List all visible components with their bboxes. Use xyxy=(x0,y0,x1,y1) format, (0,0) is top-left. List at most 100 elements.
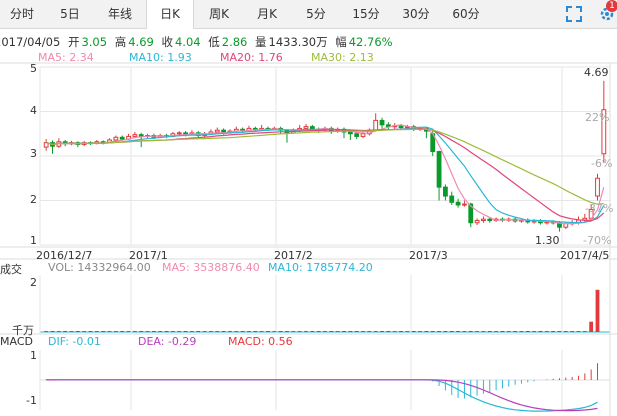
volume-bar xyxy=(196,331,201,332)
candle-body xyxy=(119,136,125,140)
kline-chart[interactable] xyxy=(0,0,617,416)
volume-bar xyxy=(411,331,416,332)
macd-dea: DEA: -0.29 xyxy=(138,335,197,348)
volume-bar xyxy=(544,331,549,332)
volume-bar xyxy=(139,331,144,332)
candle-body xyxy=(487,218,493,222)
high-marker: 4.69 xyxy=(584,66,609,79)
volume-bar xyxy=(171,331,175,332)
vol-value: VOL: 14332964.00 xyxy=(48,261,151,274)
volume-bar xyxy=(228,331,232,332)
volume-bar xyxy=(63,331,68,332)
volume-bar xyxy=(513,331,518,332)
volume-bar xyxy=(253,331,258,332)
volume-bar xyxy=(563,331,568,332)
ma5-line xyxy=(46,124,605,225)
volume-bar xyxy=(437,331,441,332)
volume-bar xyxy=(576,331,581,332)
volume-bar xyxy=(335,331,340,332)
macd-value: MACD: 0.56 xyxy=(228,335,293,348)
x-tick-4: 2017/3 xyxy=(409,249,448,262)
volume-bar xyxy=(75,331,80,332)
volume-bar xyxy=(551,331,556,332)
vol-ma10: MA10: 1785774.20 xyxy=(268,261,373,274)
volume-bar xyxy=(158,331,163,332)
volume-bar xyxy=(449,331,454,332)
volume-bar xyxy=(221,331,226,332)
volume-bar xyxy=(278,331,283,332)
volume-bar xyxy=(595,289,600,332)
volume-bar xyxy=(354,331,359,332)
y-tick-3: 3 xyxy=(30,147,37,160)
candle-body xyxy=(373,119,379,131)
candle-body xyxy=(360,133,366,137)
volume-bar xyxy=(101,331,106,332)
volume-bar xyxy=(424,331,429,332)
volume-bar xyxy=(202,331,207,332)
candle-body xyxy=(474,220,480,224)
volume-bar xyxy=(145,331,150,332)
volume-bar xyxy=(468,331,473,332)
volume-bar xyxy=(399,331,403,332)
candle-body xyxy=(176,132,182,135)
volume-bar xyxy=(266,331,270,332)
volume-bar xyxy=(120,331,125,332)
volume-bar xyxy=(190,331,194,332)
volume-bar xyxy=(291,331,296,332)
volume-bar xyxy=(297,331,302,332)
macd-title: MACD xyxy=(0,335,33,348)
volume-bar xyxy=(570,331,575,332)
volume-bar xyxy=(519,331,524,332)
volume-bar xyxy=(557,331,562,332)
volume-bar xyxy=(310,331,315,332)
y-tick-1: 1 xyxy=(30,234,37,247)
volume-bar xyxy=(69,331,74,332)
macd-y-bottom: -1 xyxy=(26,394,37,407)
volume-bar xyxy=(215,331,220,332)
volume-bar xyxy=(456,331,460,332)
volume-bar xyxy=(348,331,353,332)
volume-bar xyxy=(532,331,537,332)
volume-bar xyxy=(88,331,93,332)
candle-body xyxy=(398,125,404,129)
volume-bar xyxy=(151,331,156,332)
candle-body xyxy=(595,177,600,197)
y-tick-2: 2 xyxy=(30,193,37,206)
volume-bar xyxy=(405,331,410,332)
volume-bar xyxy=(462,331,467,332)
volume-bar xyxy=(304,331,308,332)
right-pct-minus6: -6% xyxy=(591,157,613,170)
candle-body xyxy=(354,133,360,137)
volume-bar xyxy=(361,331,365,332)
volume-bar xyxy=(506,331,511,332)
volume-bar xyxy=(538,331,543,332)
volume-bar xyxy=(494,331,499,332)
candle-body xyxy=(113,136,119,141)
volume-bar xyxy=(44,331,49,332)
volume-bar xyxy=(183,331,188,332)
ma20-line xyxy=(46,128,605,222)
volume-bar xyxy=(272,331,277,332)
macd-dif: DIF: -0.01 xyxy=(48,335,101,348)
volume-bar xyxy=(132,331,137,332)
vol-y-top: 2 xyxy=(30,276,37,289)
volume-bar xyxy=(234,331,239,332)
x-tick-5: 2017/4/5 xyxy=(560,249,610,262)
volume-bar xyxy=(367,331,372,332)
right-pct-minus37: -37% xyxy=(585,202,614,215)
volume-bar xyxy=(107,331,112,332)
candle-body xyxy=(455,201,461,206)
volume-bar xyxy=(164,331,169,332)
volume-bar xyxy=(113,331,118,332)
volume-bar xyxy=(475,331,479,332)
volume-bar xyxy=(500,331,505,332)
volume-bar xyxy=(316,331,321,332)
candle-body xyxy=(214,129,220,133)
candle-body xyxy=(481,218,486,222)
volume-bar xyxy=(392,331,397,332)
volume-bar xyxy=(209,331,213,332)
volume-bar xyxy=(94,331,99,332)
volume-bar xyxy=(525,331,530,332)
volume-bar xyxy=(56,331,61,332)
y-tick-4: 4 xyxy=(30,104,37,117)
